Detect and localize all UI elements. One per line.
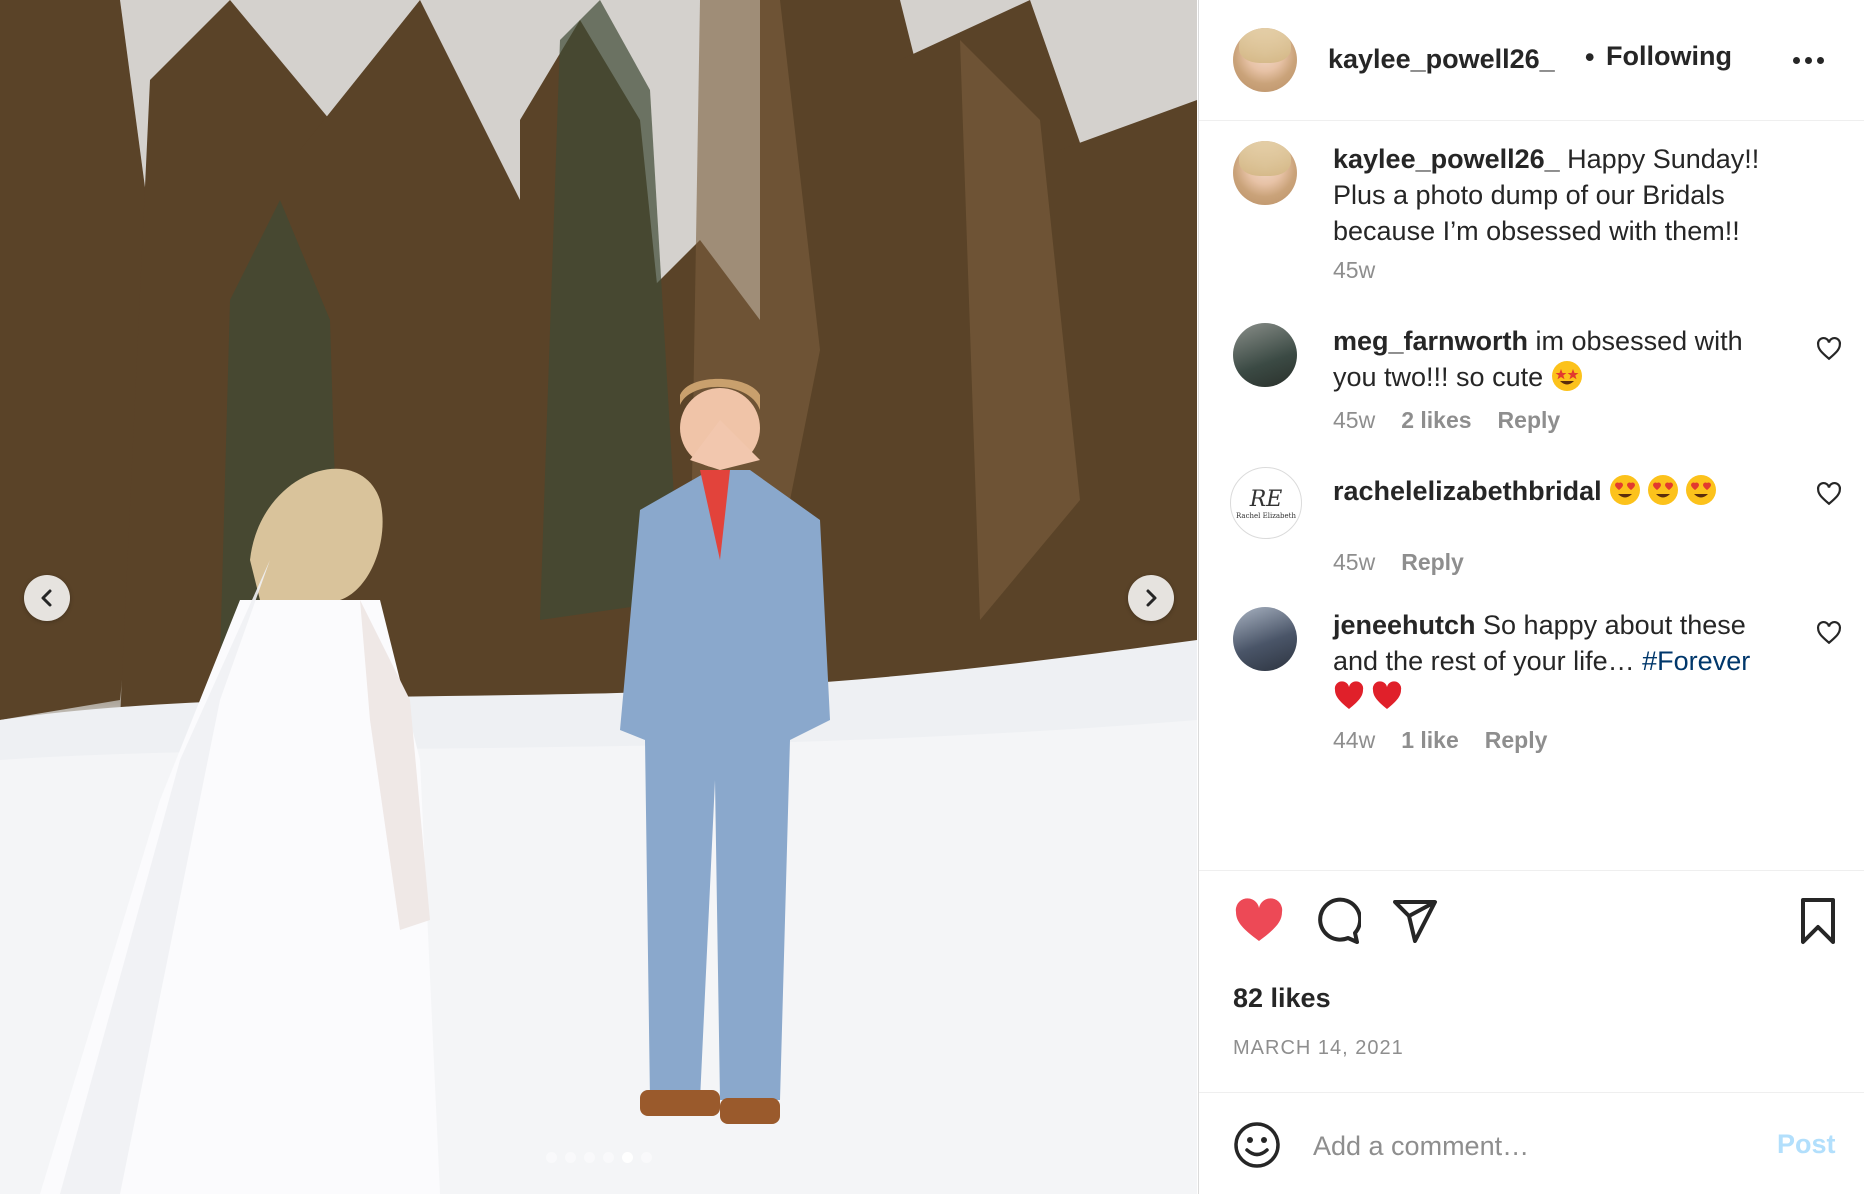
heart-eyes-emoji: [1686, 475, 1717, 505]
comment-input[interactable]: [1311, 1123, 1775, 1169]
caption-username[interactable]: kaylee_powell26_: [1333, 144, 1560, 174]
more-options-icon[interactable]: [1793, 50, 1831, 70]
reply-button[interactable]: Reply: [1498, 407, 1561, 434]
commenter-avatar[interactable]: [1233, 323, 1297, 387]
star-struck-emoji: [1551, 361, 1582, 391]
heart-eyes-emoji: [1648, 475, 1679, 505]
header-separator: •: [1585, 42, 1595, 72]
carousel-dot: [640, 1152, 652, 1163]
carousel-dot: [545, 1152, 557, 1163]
heart-outline-icon[interactable]: [1816, 620, 1842, 646]
red-heart-emoji: [1334, 681, 1364, 709]
comment-username[interactable]: rachelelizabethbridal: [1333, 476, 1602, 506]
caption-avatar[interactable]: [1233, 141, 1297, 205]
comment-body: [1602, 476, 1610, 506]
post-comment-button[interactable]: Post: [1777, 1129, 1836, 1160]
comment-time[interactable]: 45w: [1333, 407, 1375, 434]
heart-outline-icon[interactable]: [1816, 481, 1842, 507]
comment-time[interactable]: 44w: [1333, 727, 1375, 754]
post-header: kaylee_powell26_ • Following: [1199, 0, 1864, 121]
comment-meta: 44w 1 like Reply: [1333, 727, 1547, 754]
commenter-avatar[interactable]: RE Rachel Elizabeth: [1230, 467, 1302, 539]
comment-text: rachelelizabethbridal: [1333, 473, 1793, 509]
caption-meta: 45w: [1333, 257, 1375, 284]
carousel-dot: [583, 1152, 595, 1163]
heart-eyes-emoji: [1610, 475, 1641, 505]
comment-icon[interactable]: [1313, 897, 1361, 945]
previous-photo-button[interactable]: [24, 575, 70, 621]
next-photo-button[interactable]: [1128, 575, 1174, 621]
reply-button[interactable]: Reply: [1401, 549, 1464, 576]
post-photo[interactable]: [0, 0, 1197, 1194]
reply-button[interactable]: Reply: [1485, 727, 1548, 754]
likes-count[interactable]: 82 likes: [1233, 983, 1331, 1014]
avatar-brand: Rachel Elizabeth: [1235, 511, 1297, 520]
post-actions: 82 likes MARCH 14, 2021: [1199, 870, 1864, 1093]
comment-time[interactable]: 45w: [1333, 549, 1375, 576]
author-avatar[interactable]: [1233, 28, 1297, 92]
comment-meta: 45w Reply: [1333, 549, 1464, 576]
hashtag-link[interactable]: #Forever: [1642, 646, 1750, 676]
comment-text: meg_farnworth im obsessed with you two!!…: [1333, 323, 1793, 395]
heart-filled-icon[interactable]: [1233, 897, 1285, 945]
smiley-icon[interactable]: [1233, 1121, 1281, 1169]
heart-outline-icon[interactable]: [1816, 336, 1842, 362]
carousel-indicator: [0, 1152, 1197, 1163]
caption-text: kaylee_powell26_ Happy Sunday!! Plus a p…: [1333, 141, 1793, 249]
post-date[interactable]: MARCH 14, 2021: [1233, 1037, 1404, 1060]
post-side-panel: kaylee_powell26_ • Following kaylee_powe…: [1198, 0, 1864, 1194]
red-heart-emoji: [1372, 681, 1402, 709]
following-button[interactable]: Following: [1606, 41, 1732, 72]
carousel-dot: [602, 1152, 614, 1163]
comment-likes[interactable]: 1 like: [1401, 727, 1459, 754]
chevron-right-icon: [1146, 589, 1157, 607]
comment-username[interactable]: jeneehutch: [1333, 610, 1476, 640]
comment-text: jeneehutch So happy about these and the …: [1333, 607, 1793, 715]
paper-plane-icon[interactable]: [1391, 897, 1439, 945]
commenter-avatar[interactable]: [1233, 607, 1297, 671]
author-username[interactable]: kaylee_powell26_: [1328, 44, 1555, 75]
comment-username[interactable]: meg_farnworth: [1333, 326, 1528, 356]
caption-time[interactable]: 45w: [1333, 257, 1375, 284]
carousel-dot: [621, 1152, 633, 1163]
chevron-left-icon: [41, 589, 52, 607]
add-comment-bar: Post: [1199, 1092, 1864, 1195]
avatar-monogram: RE: [1249, 486, 1283, 512]
carousel-dot: [564, 1152, 576, 1163]
bookmark-icon[interactable]: [1797, 897, 1839, 945]
comments-list[interactable]: kaylee_powell26_ Happy Sunday!! Plus a p…: [1199, 121, 1864, 869]
comment-meta: 45w 2 likes Reply: [1333, 407, 1560, 434]
wedding-photo-scene: [0, 0, 1197, 1194]
comment-likes[interactable]: 2 likes: [1401, 407, 1471, 434]
